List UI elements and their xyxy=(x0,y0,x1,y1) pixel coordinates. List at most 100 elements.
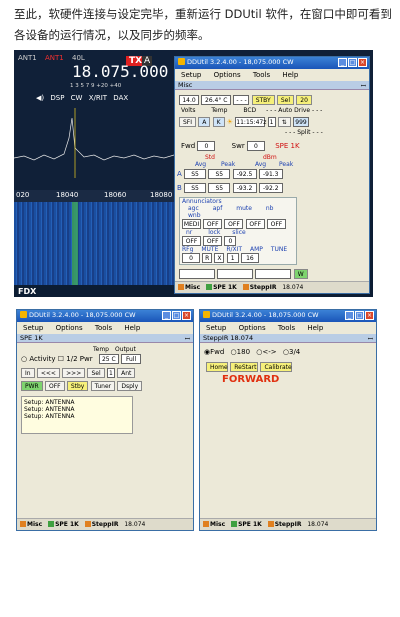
panel-header: SteppIR 18.074 ꟷ xyxy=(200,334,376,343)
status-bar: Misc SPE 1K SteppIR 18.074 xyxy=(200,518,376,530)
menu-help[interactable]: Help xyxy=(307,324,323,332)
prev-button[interactable]: <<< xyxy=(36,368,60,378)
fwd-value: 0 xyxy=(197,141,216,151)
ant-button[interactable]: Ant xyxy=(117,368,136,378)
maximize-button[interactable]: □ xyxy=(355,311,364,320)
avg-label-dbm: Avg xyxy=(255,161,267,168)
menu-setup[interactable]: Setup xyxy=(181,71,201,79)
minimize-button[interactable]: _ xyxy=(338,58,347,67)
panel-header: SPE 1K ꟷ xyxy=(17,334,193,343)
nb-value: OFF xyxy=(245,219,265,229)
three-quarter-label: 3/4 xyxy=(288,348,301,356)
spe-label: SPE 1K xyxy=(275,142,300,150)
pin-icon[interactable]: ꟷ xyxy=(361,81,366,90)
w-button[interactable]: W xyxy=(293,269,308,279)
window-titlebar[interactable]: DDUtil 3.2.4.00 - 18,075.000 CW _ □ × xyxy=(200,310,376,322)
frequency-display: 18.075.000 xyxy=(72,62,169,81)
status-frequency: 18.074 xyxy=(124,521,146,528)
menu-help[interactable]: Help xyxy=(124,324,140,332)
menu-options[interactable]: Options xyxy=(56,324,83,332)
sfi-row: SFI A K ☀ 11:15:47z 1 ⇅ 999 xyxy=(179,117,310,127)
mode-dax[interactable]: DAX xyxy=(113,94,128,102)
menu-options[interactable]: Options xyxy=(239,324,266,332)
menu-tools[interactable]: Tools xyxy=(253,71,270,79)
stby-button[interactable]: STBY xyxy=(251,95,275,105)
agc-value: MEDI xyxy=(182,219,201,229)
log-line: Setup: ANTENNA xyxy=(24,413,75,420)
status-tab-steppir[interactable]: SteppIR xyxy=(242,284,276,291)
display-button[interactable]: Dsply xyxy=(117,381,143,391)
menu-help[interactable]: Help xyxy=(282,71,298,79)
status-tab-misc[interactable]: Misc xyxy=(203,521,225,528)
window-title: DDUtil 3.2.4.00 - 18,075.000 CW xyxy=(212,311,319,319)
mode-xrit[interactable]: X/RIT xyxy=(89,94,107,102)
a-peak-dbm: -91.3 xyxy=(258,169,283,179)
menu-options[interactable]: Options xyxy=(214,71,241,79)
setup-log[interactable]: Setup: ANTENNA Setup: ANTENNA Setup: ANT… xyxy=(21,396,133,434)
antenna-row: ANT1 ANT1 40L xyxy=(18,54,91,62)
bottom-field-1[interactable] xyxy=(179,269,215,279)
amp-value: 1 xyxy=(226,253,239,263)
close-button[interactable]: × xyxy=(358,58,367,67)
status-tab-steppir[interactable]: SteppIR xyxy=(267,521,301,528)
status-tab-spe[interactable]: SPE 1K xyxy=(48,521,79,528)
half-power-checkbox[interactable]: ☐ xyxy=(58,355,64,363)
calibrate-button[interactable]: Calibrate xyxy=(260,362,293,372)
rxit-value: X xyxy=(214,253,225,263)
pwr-button[interactable]: PWR xyxy=(21,381,43,391)
panel-title: SPE 1K xyxy=(20,334,43,342)
minimize-button[interactable]: _ xyxy=(162,311,171,320)
frequency-axis: 020 18040 18060 18080 xyxy=(14,190,189,202)
log-line: Setup: ANTENNA xyxy=(24,406,75,413)
status-tab-spe[interactable]: SPE 1K xyxy=(231,521,262,528)
apf-value: OFF xyxy=(203,219,223,229)
status-tab-steppir[interactable]: SteppIR xyxy=(84,521,118,528)
sfi-button[interactable]: SFI xyxy=(179,117,197,127)
window-title: DDUtil 3.2.4.00 - 18,075.000 CW xyxy=(187,58,294,66)
tuner-button[interactable]: Tuner xyxy=(90,381,116,391)
sel-button[interactable]: Sel xyxy=(87,368,105,378)
off-button[interactable]: OFF xyxy=(44,381,65,391)
restart-button[interactable]: ReStart xyxy=(230,362,259,372)
sel-button[interactable]: Sel xyxy=(276,95,295,105)
menu-tools[interactable]: Tools xyxy=(278,324,295,332)
reverse-radio[interactable]: ○ xyxy=(231,348,237,356)
pin-icon[interactable]: ꟷ xyxy=(185,334,190,343)
status-tab-spe[interactable]: SPE 1K xyxy=(206,284,237,291)
a-avg-std: S5 xyxy=(184,169,207,179)
pin-icon[interactable]: ꟷ xyxy=(368,334,373,343)
spin-icon[interactable]: ⇅ xyxy=(277,117,291,127)
split-value[interactable]: 1 xyxy=(267,117,276,127)
drive-level[interactable]: 999 xyxy=(293,117,310,127)
panel-title: Misc xyxy=(178,81,193,89)
close-button[interactable]: × xyxy=(182,311,191,320)
drive-button[interactable]: 20 xyxy=(296,95,312,105)
menu-tools[interactable]: Tools xyxy=(95,324,112,332)
axis-tick: 18040 xyxy=(56,191,79,199)
home-button[interactable]: Home xyxy=(206,362,228,372)
axis-tick: 18080 xyxy=(150,191,173,199)
in-button[interactable]: In xyxy=(21,368,35,378)
speaker-icon[interactable]: ◀) xyxy=(36,94,44,102)
app-icon xyxy=(178,58,185,65)
maximize-button[interactable]: □ xyxy=(348,58,357,67)
next-button[interactable]: >>> xyxy=(62,368,86,378)
menu-setup[interactable]: Setup xyxy=(206,324,226,332)
window-titlebar[interactable]: DDUtil 3.2.4.00 - 18,075.000 CW _ □ × xyxy=(17,310,193,322)
rf-values-row: 0 R X 1 16 xyxy=(180,253,296,263)
nr-value: OFF xyxy=(182,236,201,246)
window-titlebar[interactable]: DDUtil 3.2.4.00 - 18,075.000 CW _ □ × xyxy=(175,57,369,69)
activity-radio[interactable]: ○ xyxy=(21,355,27,363)
minimize-button[interactable]: _ xyxy=(345,311,354,320)
stby-button[interactable]: Stby xyxy=(66,381,89,391)
mode-dsp[interactable]: DSP xyxy=(50,94,64,102)
row-a-label: A xyxy=(177,170,182,178)
bottom-field-3[interactable] xyxy=(255,269,292,279)
status-tab-misc[interactable]: Misc xyxy=(178,284,200,291)
status-tab-misc[interactable]: Misc xyxy=(20,521,42,528)
maximize-button[interactable]: □ xyxy=(172,311,181,320)
mode-cw[interactable]: CW xyxy=(71,94,83,102)
menu-setup[interactable]: Setup xyxy=(23,324,43,332)
bottom-field-2[interactable] xyxy=(217,269,254,279)
close-button[interactable]: × xyxy=(365,311,374,320)
